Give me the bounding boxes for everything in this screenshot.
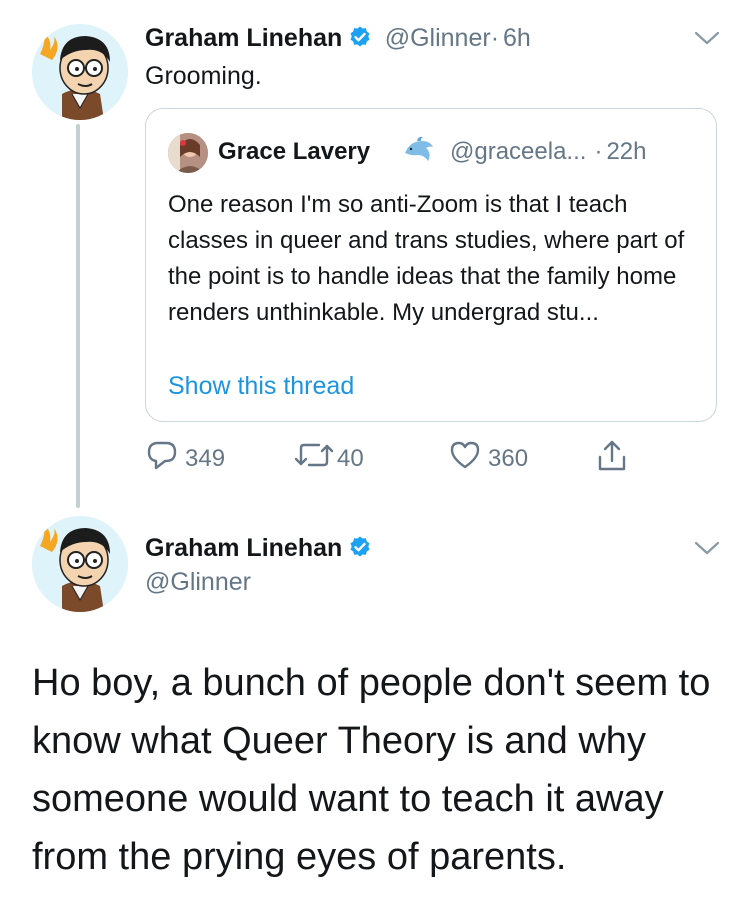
tweet2-header: Graham Linehan: [145, 534, 372, 564]
tweet-time[interactable]: 6h: [503, 24, 531, 52]
quoted-author-handle[interactable]: @graceela...: [450, 138, 586, 165]
chevron-down-icon[interactable]: [694, 540, 720, 561]
dolphin-emoji-icon: [402, 135, 436, 170]
like-button[interactable]: 360: [448, 438, 528, 479]
tweet1-action-bar: 349 40 360: [145, 438, 665, 478]
quoted-handle-time: @graceela... · 22h: [450, 138, 646, 166]
reply-count: 349: [185, 444, 226, 472]
tweet2-text: Ho boy, a bunch of people don't seem to …: [32, 662, 711, 878]
quoted-author-name[interactable]: Grace Lavery: [218, 138, 370, 166]
reply-icon: [145, 438, 185, 479]
heart-icon: [448, 438, 488, 479]
avatar-grace-lavery[interactable]: [168, 133, 208, 173]
chevron-down-icon[interactable]: [694, 30, 720, 51]
thread-connector-line: [76, 124, 80, 508]
author-name[interactable]: Graham Linehan: [145, 534, 342, 562]
show-thread-link[interactable]: Show this thread: [168, 372, 354, 401]
avatar-graham-linehan[interactable]: [32, 24, 128, 120]
quoted-tweet-time[interactable]: 22h: [606, 138, 646, 165]
share-button[interactable]: [595, 438, 635, 481]
tweet1-text: Grooming.: [145, 62, 262, 90]
author-name[interactable]: Graham Linehan: [145, 24, 342, 52]
avatar-graham-linehan[interactable]: [32, 516, 128, 612]
retweet-icon: [293, 438, 341, 479]
author-handle[interactable]: @Glinner: [145, 568, 251, 597]
retweet-button[interactable]: 40: [293, 438, 364, 479]
separator-dot: ·: [490, 24, 500, 52]
share-icon: [595, 438, 635, 481]
quoted-tweet-text: One reason I'm so anti-Zoom is that I te…: [168, 191, 685, 326]
author-handle[interactable]: @Glinner: [385, 24, 491, 52]
retweet-count: 40: [337, 444, 364, 472]
verified-badge-icon: [348, 25, 372, 54]
separator-dot: ·: [594, 138, 603, 165]
quoted-tweet-card[interactable]: Grace Lavery @graceela... · 22h One reason…: [145, 108, 717, 422]
like-count: 360: [488, 444, 529, 472]
reply-button[interactable]: 349: [145, 438, 225, 479]
tweet1-header: Graham Linehan @Glinner· 6h: [145, 24, 531, 54]
verified-badge-icon: [348, 535, 372, 564]
